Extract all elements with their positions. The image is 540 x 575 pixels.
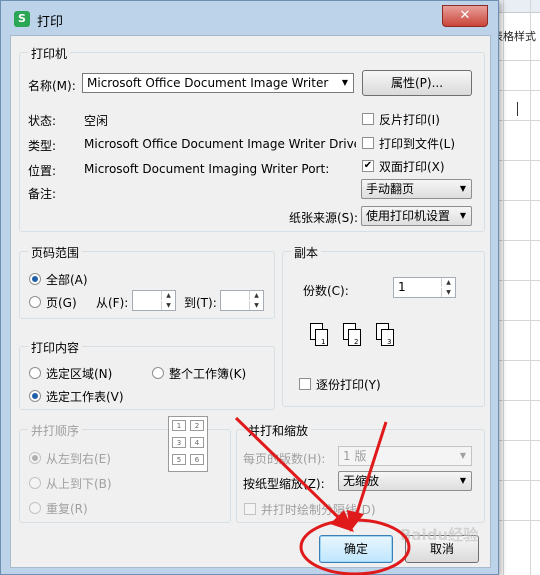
paper-source-select[interactable]: 使用打印机设置 ▼	[361, 206, 472, 226]
duplex-checkbox[interactable]: ✔	[362, 160, 374, 172]
scale-to-paper-label: 按纸型缩放(Z):	[243, 477, 325, 491]
spin-down-icon[interactable]: ▼	[161, 301, 175, 310]
print-what-group-title: 打印内容	[28, 339, 83, 356]
copies-value: 1	[398, 280, 406, 294]
page-range-all-label[interactable]: 全部(A)	[46, 271, 88, 288]
draw-borders-checkbox[interactable]	[244, 503, 256, 515]
duplex-mode-value: 手动翻页	[366, 182, 415, 196]
type-label: 类型:	[28, 139, 57, 153]
spin-down-icon[interactable]: ▼	[441, 288, 455, 297]
chevron-down-icon: ▼	[341, 78, 349, 87]
paper-source-value: 使用打印机设置	[366, 209, 451, 223]
print-order-preview-icon: 1 2 3 4 5 6	[168, 416, 208, 472]
comment-label: 备注:	[28, 187, 57, 201]
page-range-all-radio[interactable]	[29, 273, 41, 285]
print-dialog: S 打印 ✕ 打印机 名称(M): Microsoft Office Docum…	[0, 0, 499, 575]
print-to-file-checkbox[interactable]	[362, 137, 374, 149]
reverse-print-checkbox[interactable]	[362, 113, 374, 125]
printer-group-title: 打印机	[28, 45, 71, 62]
top-to-bottom-radio[interactable]	[29, 477, 41, 489]
draw-borders-label[interactable]: 并打时绘制分隔线(D)	[261, 501, 376, 518]
ok-button[interactable]: 确定	[319, 535, 393, 563]
order-cell: 1	[172, 420, 186, 431]
order-cell: 3	[172, 437, 186, 448]
print-workbook-radio[interactable]	[152, 367, 164, 379]
collate-checkbox[interactable]	[299, 378, 311, 390]
collate-page-icon: 3	[376, 323, 396, 349]
from-label: 从(F):	[96, 296, 129, 310]
spin-down-icon[interactable]: ▼	[249, 301, 263, 310]
page-number: 1	[321, 338, 326, 346]
chevron-down-icon: ▼	[459, 476, 467, 485]
properties-button[interactable]: 属性(P)...	[362, 70, 472, 96]
collate-label[interactable]: 逐份打印(Y)	[316, 376, 381, 393]
to-page-spinner[interactable]: ▲ ▼	[220, 290, 264, 311]
scale-to-paper-value: 无缩放	[343, 474, 380, 488]
copies-group-title: 副本	[291, 244, 322, 261]
printer-name-label: 名称(M):	[28, 79, 76, 93]
spin-up-icon[interactable]: ▲	[441, 278, 455, 287]
where-value: Microsoft Document Imaging Writer Port:	[84, 162, 330, 176]
text-cursor-icon	[517, 102, 520, 116]
order-cell: 4	[190, 437, 204, 448]
print-to-file-label[interactable]: 打印到文件(L)	[379, 135, 455, 152]
duplex-mode-select[interactable]: 手动翻页 ▼	[361, 179, 472, 199]
order-cell: 6	[190, 454, 204, 465]
title-bar[interactable]: S 打印 ✕	[1, 1, 498, 35]
collate-page-icon: 1	[310, 323, 330, 349]
to-label: 到(T):	[184, 296, 217, 310]
type-value: Microsoft Office Document Image Writer D…	[84, 137, 356, 151]
where-label: 位置:	[28, 164, 57, 178]
printer-name-select[interactable]: Microsoft Office Document Image Writer ▼	[82, 73, 354, 93]
chevron-down-icon: ▼	[459, 184, 467, 193]
dialog-title: 打印	[37, 15, 64, 30]
page-range-group-title: 页码范围	[28, 244, 83, 261]
close-button[interactable]: ✕	[442, 5, 488, 27]
chevron-down-icon: ▼	[459, 211, 467, 220]
order-cell: 2	[190, 420, 204, 431]
reverse-print-label[interactable]: 反片打印(I)	[379, 111, 440, 128]
grid-line	[530, 0, 531, 575]
repeat-radio[interactable]	[29, 502, 41, 514]
page-number: 2	[354, 338, 359, 346]
left-to-right-label[interactable]: 从左到右(E)	[46, 450, 111, 467]
print-selection-label[interactable]: 选定区域(N)	[46, 365, 112, 382]
chevron-down-icon: ▼	[459, 451, 467, 460]
copies-spinner[interactable]: 1 ▲ ▼	[393, 277, 456, 298]
grid-line	[503, 0, 504, 575]
left-to-right-radio[interactable]	[29, 452, 41, 464]
paper-source-label: 纸张来源(S):	[289, 211, 359, 225]
copies-count-label: 份数(C):	[303, 284, 349, 298]
order-cell: 5	[172, 454, 186, 465]
wps-spreadsheet-icon: S	[14, 11, 30, 27]
repeat-label[interactable]: 重复(R)	[46, 500, 88, 517]
spin-up-icon[interactable]: ▲	[161, 291, 175, 300]
page-number: 3	[387, 338, 392, 346]
status-value: 空闲	[84, 114, 109, 128]
print-sheet-label[interactable]: 选定工作表(V)	[46, 388, 124, 405]
top-to-bottom-label[interactable]: 从上到下(B)	[46, 475, 112, 492]
from-page-spinner[interactable]: ▲ ▼	[132, 290, 176, 311]
zoom-group-title: 并打和缩放	[245, 422, 312, 439]
pages-per-sheet-label: 每页的版数(H):	[243, 452, 326, 466]
scale-to-paper-select[interactable]: 无缩放 ▼	[338, 471, 472, 491]
duplex-label[interactable]: 双面打印(X)	[379, 158, 445, 175]
collate-page-icon: 2	[343, 323, 363, 349]
pages-per-sheet-select[interactable]: 1 版 ▼	[338, 446, 472, 466]
print-workbook-label[interactable]: 整个工作簿(K)	[169, 365, 246, 382]
spin-up-icon[interactable]: ▲	[249, 291, 263, 300]
page-range-pages-radio[interactable]	[29, 296, 41, 308]
print-order-group-title: 并打顺序	[28, 422, 83, 439]
pages-per-sheet-value: 1 版	[343, 449, 367, 463]
printer-name-value: Microsoft Office Document Image Writer	[87, 76, 329, 90]
status-label: 状态:	[28, 114, 57, 128]
watermark-logo: Baidu经验	[400, 526, 479, 544]
print-selection-radio[interactable]	[29, 367, 41, 379]
print-sheet-radio[interactable]	[29, 390, 41, 402]
page-range-pages-label[interactable]: 页(G)	[46, 294, 77, 311]
